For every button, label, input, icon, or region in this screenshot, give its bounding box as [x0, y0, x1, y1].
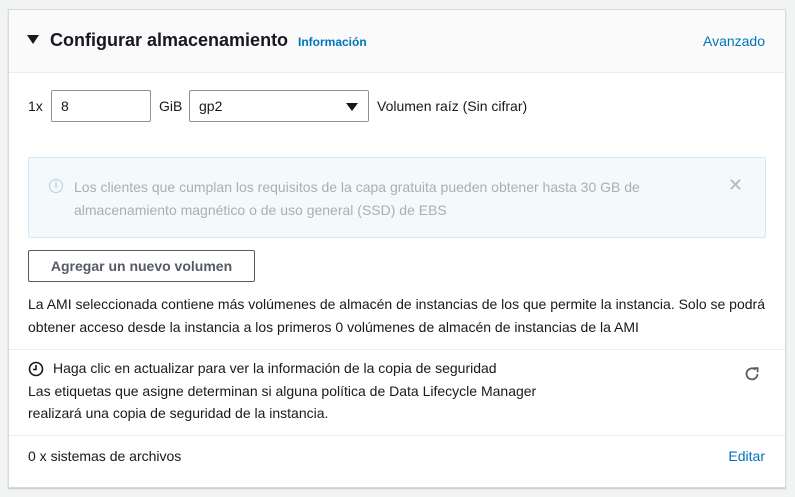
volume-type-select[interactable]: gp2: [189, 90, 369, 122]
divider: [9, 349, 785, 350]
volume-size-input[interactable]: 8: [51, 90, 151, 122]
info-link[interactable]: Información: [298, 35, 367, 49]
panel-header: Configurar almacenamiento Información Av…: [9, 10, 785, 73]
divider: [9, 435, 785, 436]
edit-link[interactable]: Editar: [728, 448, 765, 464]
refresh-icon[interactable]: [743, 365, 761, 388]
caret-down-icon[interactable]: [27, 35, 39, 44]
advanced-link[interactable]: Avanzado: [703, 33, 765, 49]
ami-note: La AMI seleccionada contiene más volúmen…: [28, 296, 765, 335]
root-volume-label: Volumen raíz (Sin cifrar): [377, 98, 528, 114]
size-unit-label: GiB: [159, 98, 183, 114]
storage-panel: Configurar almacenamiento Información Av…: [8, 9, 786, 488]
page-title[interactable]: Configurar almacenamiento: [50, 30, 288, 51]
backup-description: Las etiquetas que asigne determinan si a…: [28, 383, 537, 421]
backup-title: Haga clic en actualizar para ver la info…: [53, 360, 497, 376]
close-icon[interactable]: ✕: [728, 176, 743, 194]
clock-icon: [28, 361, 44, 382]
alert-text: Los clientes que cumplan los requisitos …: [74, 179, 640, 218]
volume-count-label: 1x: [28, 98, 43, 114]
add-volume-button[interactable]: Agregar un nuevo volumen: [28, 250, 255, 282]
caret-down-icon: [346, 103, 358, 111]
free-tier-alert: i Los clientes que cumplan los requisito…: [28, 157, 766, 238]
info-icon: i: [49, 179, 63, 193]
filesystems-label: 0 x sistemas de archivos: [28, 448, 182, 464]
volume-type-value: gp2: [199, 98, 223, 114]
